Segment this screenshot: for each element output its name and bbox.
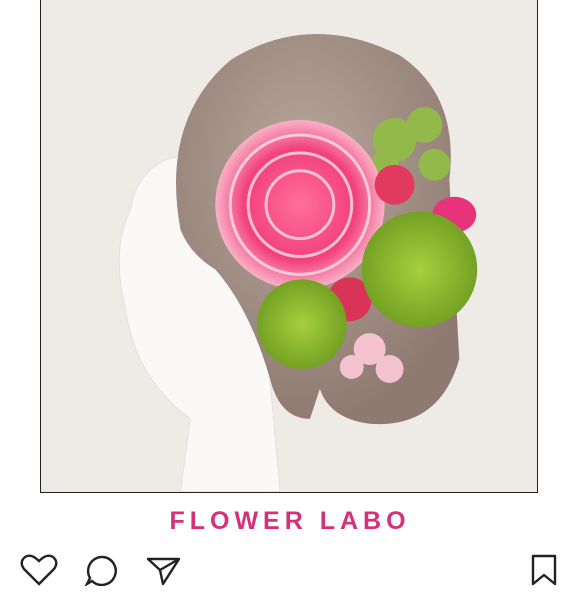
share-icon [146, 557, 181, 586]
post-actions-bar [0, 548, 580, 586]
comment-button[interactable] [84, 554, 124, 594]
hair-ornament-photo [118, 34, 478, 492]
save-button[interactable] [528, 554, 568, 594]
brand-title: FLOWER LABO [169, 507, 411, 535]
post-image[interactable] [40, 0, 538, 493]
heart-icon [20, 554, 58, 586]
bookmark-icon [531, 554, 557, 586]
comment-icon [84, 555, 117, 586]
like-button[interactable] [20, 554, 60, 594]
share-button[interactable] [145, 554, 185, 594]
